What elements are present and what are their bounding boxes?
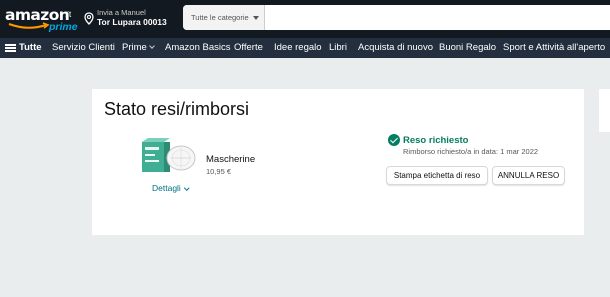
- return-status: Reso richiesto: [403, 135, 469, 146]
- logo-tld: .it: [65, 10, 72, 19]
- nav-item-sport-outdoor[interactable]: Sport e Attività all'aperto: [503, 42, 605, 53]
- smile-arrow-icon: [8, 22, 50, 29]
- nav-item-deals[interactable]: Offerte: [234, 42, 263, 53]
- nav-item-prime[interactable]: Prime: [122, 42, 155, 53]
- nav-item-all[interactable]: Tutte: [19, 42, 42, 53]
- caret-down-icon: [253, 16, 259, 20]
- nav-item-gift-ideas[interactable]: Idee regalo: [274, 42, 322, 53]
- nav-item-buy-again[interactable]: Acquista di nuovo: [358, 42, 433, 53]
- logo-prime: prime: [49, 21, 78, 33]
- chevron-down-icon: [184, 184, 190, 190]
- sub-navbar: Tutte Servizio Clienti Prime Amazon Basi…: [0, 38, 610, 58]
- chevron-down-icon: [148, 43, 155, 49]
- nav-item-gift-cards[interactable]: Buoni Regalo: [439, 42, 496, 53]
- product-name: Mascherine: [206, 154, 256, 165]
- nav-item-prime-label: Prime: [122, 42, 147, 53]
- deliver-label: Invia a Manuel: [97, 8, 146, 17]
- returns-card: Stato resi/rimborsi Dettagli Mascherine …: [92, 89, 584, 235]
- product-price: 10,95 €: [206, 167, 232, 176]
- search-category-select[interactable]: Tutte le categorie: [183, 5, 265, 30]
- cancel-return-button[interactable]: ANNULLA RESO: [492, 166, 565, 185]
- nav-item-amazon-basics[interactable]: Amazon Basics: [165, 42, 230, 53]
- hamburger-menu-icon[interactable]: [5, 44, 16, 52]
- search-category-label: Tutte le categorie: [191, 13, 249, 22]
- details-link-label: Dettagli: [152, 183, 181, 193]
- side-panel: [599, 89, 610, 132]
- check-circle-icon: [388, 134, 400, 146]
- search-input[interactable]: [265, 5, 610, 30]
- nav-item-customer-service[interactable]: Servizio Clienti: [52, 42, 115, 53]
- nav-item-books[interactable]: Libri: [329, 42, 347, 53]
- print-return-label-button[interactable]: Stampa etichetta di reso: [386, 166, 488, 185]
- search-bar: Tutte le categorie: [183, 5, 610, 30]
- details-link[interactable]: Dettagli: [152, 183, 190, 193]
- refund-date: Rimborso richiesto/a in data: 1 mar 2022: [403, 147, 539, 156]
- deliver-address: Tor Lupara 00013: [97, 17, 167, 27]
- product-image[interactable]: [142, 137, 198, 175]
- location-pin-icon: [84, 12, 94, 25]
- amazon-prime-logo[interactable]: amazon .it prime: [5, 5, 79, 35]
- top-navbar: amazon .it prime Invia a Manuel Tor Lupa…: [0, 0, 610, 38]
- page-title: Stato resi/rimborsi: [104, 99, 250, 119]
